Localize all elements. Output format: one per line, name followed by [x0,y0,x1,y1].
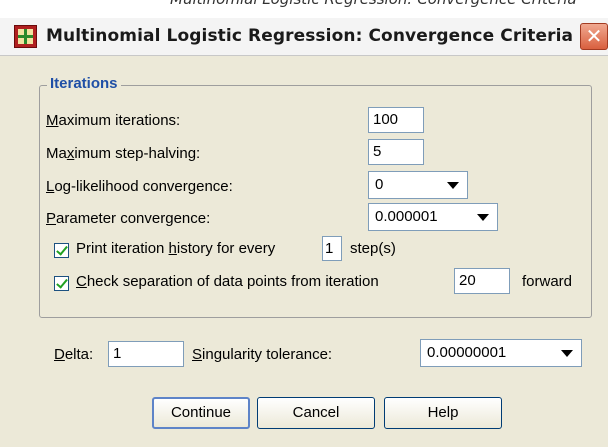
check-separation-mnemonic: C [76,273,87,290]
delta-mnemonic: D [54,346,65,363]
print-history-label-mid: istory for every [176,240,276,257]
chevron-down-icon [447,182,459,189]
print-history-suffix: step(s) [350,240,396,257]
log-likelihood-label: Log-likelihood convergence: [46,178,233,195]
max-step-halving-field[interactable]: 5 [368,139,424,165]
chevron-down-icon [477,214,489,221]
separation-suffix: forward [522,273,573,290]
separation-iteration-field[interactable]: 20 [454,268,510,294]
singularity-mnemonic: S [192,346,203,363]
chevron-down-icon [561,350,573,357]
delta-label: Delta: [54,346,93,363]
max-iterations-label: Maximum iterations: [46,112,180,129]
background-window-strip: Multinomial Logistic Regression: Converg… [0,0,608,20]
print-history-mnemonic: h [168,240,177,257]
window-title: Multinomial Logistic Regression: Converg… [46,26,574,46]
parameter-convergence-dropdown[interactable]: 0.000001 [368,203,498,231]
help-button[interactable]: Help [384,397,502,429]
print-history-label-pre: Print iteration [76,240,169,257]
check-separation-label: Check separation of data points from ite… [76,273,379,290]
singularity-tolerance-dropdown[interactable]: 0.00000001 [420,339,582,367]
max-iterations-field[interactable]: 100 [368,107,424,133]
parameter-convergence-label-rest: arameter convergence: [56,210,211,227]
background-window-text: Multinomial Logistic Regression: Converg… [170,0,577,8]
max-step-halving-label-pre: Ma [46,145,67,162]
delta-field[interactable]: 1 [108,341,184,367]
print-history-label: Print iteration history for every [76,240,275,257]
singularity-tolerance-value: 0.00000001 [427,344,507,361]
max-iterations-label-rest: aximum iterations: [58,112,181,129]
check-separation-checkbox[interactable] [54,276,69,291]
singularity-tolerance-label: Singularity tolerance: [192,346,332,363]
parameter-convergence-value: 0.000001 [375,208,438,225]
convergence-criteria-dialog: Multinomial Logistic Regression: Converg… [0,0,608,447]
close-icon: ✕ [585,24,603,48]
log-likelihood-label-rest: og-likelihood convergence: [54,178,233,195]
print-history-checkbox[interactable] [54,243,69,258]
print-history-steps-field[interactable]: 1 [322,236,342,261]
close-button[interactable]: ✕ [580,23,608,50]
max-step-halving-label: Maximum step-halving: [46,145,200,162]
title-bar[interactable]: Multinomial Logistic Regression: Converg… [0,18,608,56]
parameter-convergence-label: Parameter convergence: [46,210,210,227]
singularity-label-rest: ingularity tolerance: [202,346,333,363]
parameter-convergence-mnemonic: P [46,210,57,227]
cancel-button[interactable]: Cancel [257,397,375,429]
check-separation-label-rest: heck separation of data points from iter… [86,273,379,290]
continue-button[interactable]: Continue [152,397,250,429]
delta-label-rest: elta: [64,346,94,363]
iterations-legend: Iterations [47,75,121,92]
max-iterations-mnemonic: M [46,112,59,129]
max-step-halving-label-rest: imum step-halving: [74,145,201,162]
app-icon [14,25,37,48]
log-likelihood-dropdown[interactable]: 0 [368,171,468,199]
log-likelihood-value: 0 [375,176,384,193]
